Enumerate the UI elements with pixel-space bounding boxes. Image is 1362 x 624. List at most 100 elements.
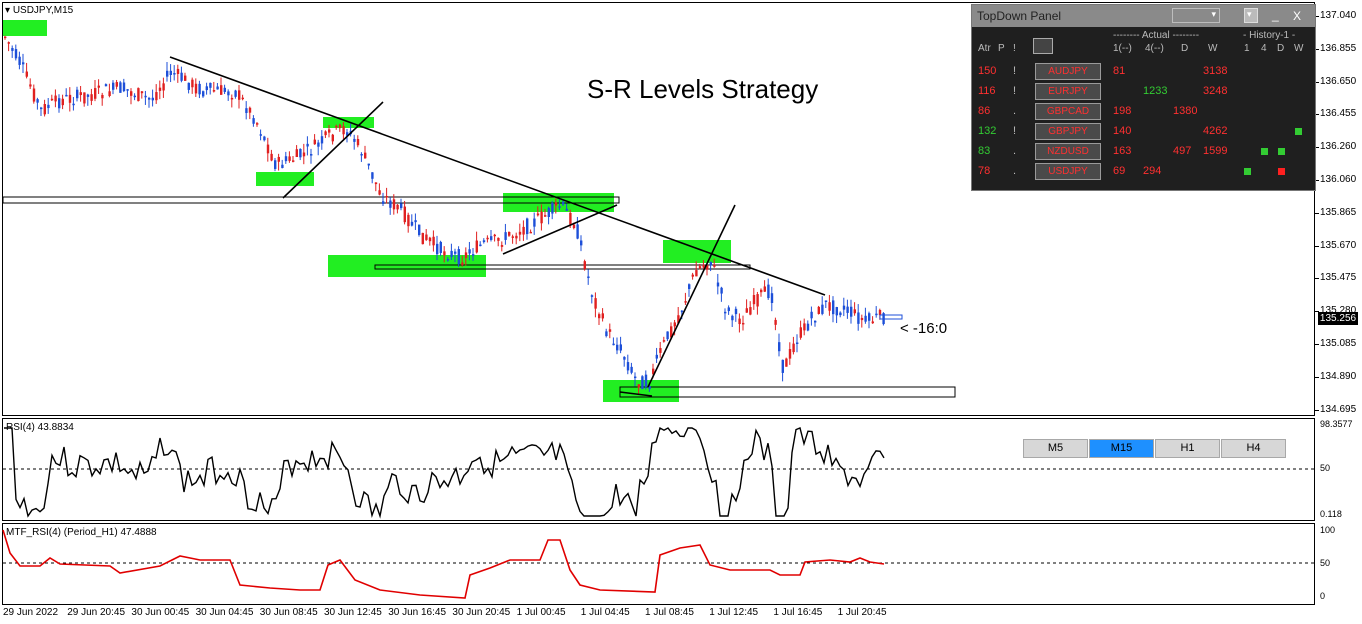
candle-body [382, 201, 385, 204]
candle-body [299, 148, 302, 158]
flag-value: ! [1013, 85, 1017, 97]
candle-body [450, 250, 453, 257]
candle-body [209, 82, 212, 88]
h1-value: 140 [1113, 125, 1132, 137]
candle-body [140, 91, 144, 94]
candle-body [104, 84, 108, 87]
d-value: 497 [1173, 145, 1192, 157]
candle-body [176, 68, 180, 74]
panel-dropdown[interactable]: ▾ [1172, 8, 1220, 23]
candle-body [198, 83, 201, 95]
candle-body [824, 300, 828, 302]
candle-body [846, 306, 849, 313]
pair-button[interactable]: GBPCAD [1035, 103, 1101, 120]
panel-minimize-button[interactable]: _ [1272, 8, 1279, 22]
candle-body [475, 240, 478, 253]
h1-value: 81 [1113, 65, 1126, 77]
candle-body [472, 254, 475, 256]
candle-body [558, 206, 561, 208]
pair-button[interactable]: AUDJPY [1035, 63, 1101, 80]
candle-body [295, 149, 298, 157]
candle-body [317, 142, 320, 147]
candle-body [425, 234, 428, 240]
candle-body [860, 317, 864, 321]
candle-body [65, 94, 68, 97]
mtf-rsi-line [2, 529, 885, 599]
candle-body [734, 308, 738, 315]
candle-body [724, 311, 727, 314]
candle-body [742, 322, 745, 325]
candle-body [443, 251, 446, 256]
time-tick-label: 30 Jun 08:45 [259, 607, 318, 618]
candle-body [796, 342, 799, 344]
candle-body [191, 79, 194, 88]
rsi-scale-top: 98.3577 [1320, 419, 1353, 429]
candle-body [151, 97, 154, 101]
mtf-scale-bot: 0 [1320, 591, 1326, 601]
candle-body [54, 95, 57, 102]
time-tick-label: 1 Jul 12:45 [709, 607, 759, 618]
candle-body [313, 139, 316, 145]
col-1: 1(--) [1113, 43, 1132, 54]
candle-body [522, 226, 525, 235]
candle-body [202, 91, 205, 97]
candle-body [835, 307, 838, 316]
candle-body [281, 164, 284, 168]
candle-body [634, 376, 637, 379]
candle-body [101, 94, 104, 99]
candle-body [288, 156, 291, 161]
candle-body [263, 136, 266, 141]
pair-button[interactable]: GBPJPY [1035, 123, 1101, 140]
candle-body [554, 202, 558, 206]
current-price-label: 135.256 [1318, 312, 1358, 325]
candle-body [245, 108, 248, 114]
candle-body [457, 249, 460, 265]
panel-close-button[interactable]: X [1293, 9, 1301, 23]
rsi-scale-bot: 0.118 [1320, 509, 1342, 519]
candle-body [227, 91, 230, 96]
candle-body [418, 224, 421, 235]
sr-zone [663, 240, 731, 263]
history-marker [1261, 148, 1268, 155]
sr-zone [256, 172, 314, 186]
candle-body [331, 134, 334, 142]
candle-body [184, 75, 187, 81]
candle-body [148, 97, 151, 100]
candle-body [166, 70, 169, 77]
pair-button[interactable]: EURJPY [1035, 83, 1101, 100]
timeframe-button-m5[interactable]: M5 [1023, 439, 1088, 458]
pair-button[interactable]: NZDUSD [1035, 143, 1101, 160]
time-tick-label: 1 Jul 04:45 [580, 607, 630, 618]
panel-collapse-button[interactable]: ▾ [1244, 8, 1258, 23]
rsi-scale-mid: 50 [1320, 463, 1331, 473]
price-tick-label: 135.475 [1314, 272, 1357, 284]
candle-body [335, 125, 338, 128]
chart-symbol-header[interactable]: ▾ USDJPY,M15 [5, 5, 73, 16]
time-tick-label: 30 Jun 00:45 [131, 607, 190, 618]
candle-body [432, 236, 435, 246]
candle-body [572, 224, 576, 229]
candle-body [4, 36, 7, 39]
candle-body [565, 208, 568, 211]
topdown-panel-titlebar[interactable]: TopDown Panel ▾ ▾ _ X [972, 5, 1315, 27]
timeframe-button-h1[interactable]: H1 [1155, 439, 1220, 458]
candle-body [32, 88, 36, 102]
candle-body [428, 237, 432, 242]
candle-body [468, 249, 471, 254]
timeframe-button-h4[interactable]: H4 [1221, 439, 1286, 458]
candle-body [853, 309, 856, 314]
candle-body [533, 218, 536, 227]
candle-body [130, 91, 133, 96]
candle-body [115, 82, 118, 87]
candle-body [126, 89, 129, 91]
panel-settings-button[interactable] [1033, 38, 1053, 54]
chart-menu-triangle-icon[interactable]: ▾ [5, 5, 10, 16]
candle-body [850, 306, 853, 317]
candle-body [155, 92, 158, 101]
candle-body [875, 313, 878, 316]
timeframe-button-m15[interactable]: M15 [1089, 439, 1154, 458]
candle-body [500, 245, 504, 247]
candle-body [223, 87, 226, 92]
pair-button[interactable]: USDJPY [1035, 163, 1101, 180]
w-value: 3138 [1203, 65, 1228, 77]
